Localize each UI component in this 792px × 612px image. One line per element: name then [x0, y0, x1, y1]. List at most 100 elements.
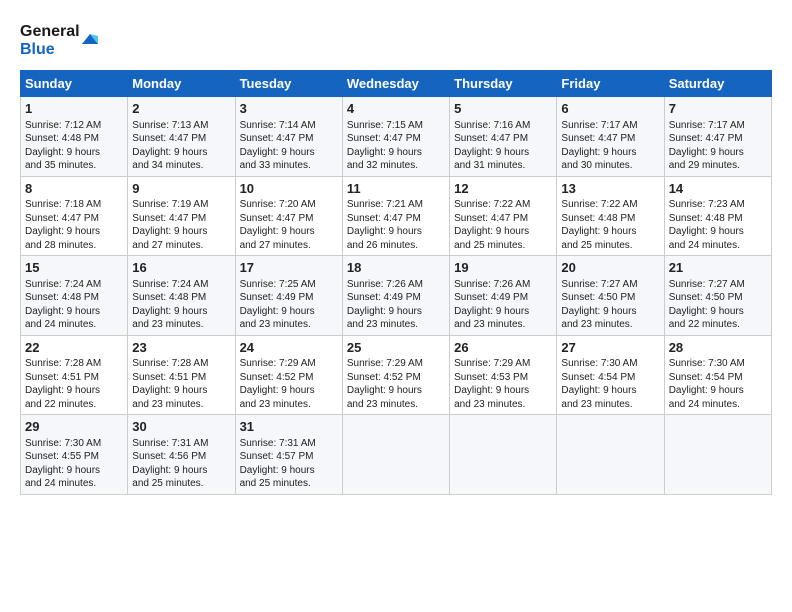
weekday-header-thursday: Thursday: [450, 71, 557, 97]
day-info-line: and 31 minutes.: [454, 159, 552, 173]
day-info-line: Sunset: 4:48 PM: [132, 291, 230, 305]
day-info-line: Sunset: 4:57 PM: [240, 450, 338, 464]
day-info-line: Daylight: 9 hours: [454, 384, 552, 398]
day-info-line: and 27 minutes.: [240, 239, 338, 253]
day-info-line: Daylight: 9 hours: [25, 464, 123, 478]
logo: General Blue: [20, 16, 100, 60]
day-info-line: Sunset: 4:47 PM: [132, 132, 230, 146]
day-info-line: Sunrise: 7:31 AM: [132, 437, 230, 451]
day-info-line: Daylight: 9 hours: [25, 225, 123, 239]
day-info-line: Daylight: 9 hours: [454, 225, 552, 239]
day-info-line: Sunrise: 7:28 AM: [132, 357, 230, 371]
svg-text:Blue: Blue: [20, 41, 55, 58]
day-info-line: Sunset: 4:51 PM: [132, 371, 230, 385]
day-info-line: and 23 minutes.: [454, 398, 552, 412]
day-info-line: Sunset: 4:48 PM: [25, 291, 123, 305]
calendar-cell: [450, 415, 557, 495]
day-info-line: Sunrise: 7:30 AM: [669, 357, 767, 371]
day-info-line: Sunrise: 7:26 AM: [347, 278, 445, 292]
day-info-line: Sunset: 4:49 PM: [240, 291, 338, 305]
day-info-line: and 23 minutes.: [132, 398, 230, 412]
calendar-cell: 6Sunrise: 7:17 AMSunset: 4:47 PMDaylight…: [557, 97, 664, 177]
day-number: 1: [25, 100, 123, 118]
day-info-line: Sunrise: 7:16 AM: [454, 119, 552, 133]
day-info-line: and 24 minutes.: [669, 398, 767, 412]
day-info-line: and 25 minutes.: [132, 477, 230, 491]
day-info-line: and 22 minutes.: [669, 318, 767, 332]
day-number: 31: [240, 418, 338, 436]
calendar-cell: [342, 415, 449, 495]
calendar-cell: 2Sunrise: 7:13 AMSunset: 4:47 PMDaylight…: [128, 97, 235, 177]
day-info-line: Sunset: 4:48 PM: [669, 212, 767, 226]
calendar-cell: 30Sunrise: 7:31 AMSunset: 4:56 PMDayligh…: [128, 415, 235, 495]
weekday-header-wednesday: Wednesday: [342, 71, 449, 97]
day-info-line: Sunrise: 7:13 AM: [132, 119, 230, 133]
day-info-line: and 23 minutes.: [132, 318, 230, 332]
calendar-cell: 7Sunrise: 7:17 AMSunset: 4:47 PMDaylight…: [664, 97, 771, 177]
day-info-line: and 27 minutes.: [132, 239, 230, 253]
day-info-line: Daylight: 9 hours: [25, 146, 123, 160]
day-info-line: and 28 minutes.: [25, 239, 123, 253]
day-info-line: Sunrise: 7:20 AM: [240, 198, 338, 212]
day-number: 2: [132, 100, 230, 118]
day-info-line: Daylight: 9 hours: [25, 305, 123, 319]
day-number: 6: [561, 100, 659, 118]
logo-svg: General Blue: [20, 16, 100, 60]
day-info-line: Daylight: 9 hours: [669, 305, 767, 319]
calendar-cell: 16Sunrise: 7:24 AMSunset: 4:48 PMDayligh…: [128, 256, 235, 336]
calendar-cell: 17Sunrise: 7:25 AMSunset: 4:49 PMDayligh…: [235, 256, 342, 336]
day-info-line: Daylight: 9 hours: [25, 384, 123, 398]
day-info-line: and 23 minutes.: [454, 318, 552, 332]
day-info-line: Sunrise: 7:17 AM: [561, 119, 659, 133]
svg-text:General: General: [20, 23, 80, 40]
day-info-line: Sunset: 4:47 PM: [240, 212, 338, 226]
day-info-line: Sunrise: 7:14 AM: [240, 119, 338, 133]
calendar-cell: 15Sunrise: 7:24 AMSunset: 4:48 PMDayligh…: [21, 256, 128, 336]
day-number: 17: [240, 259, 338, 277]
header: General Blue: [20, 16, 772, 60]
day-info-line: Sunset: 4:50 PM: [561, 291, 659, 305]
calendar-cell: 22Sunrise: 7:28 AMSunset: 4:51 PMDayligh…: [21, 335, 128, 415]
day-info-line: and 35 minutes.: [25, 159, 123, 173]
day-info-line: Sunrise: 7:24 AM: [25, 278, 123, 292]
day-info-line: Sunset: 4:47 PM: [561, 132, 659, 146]
day-number: 3: [240, 100, 338, 118]
calendar-cell: 1Sunrise: 7:12 AMSunset: 4:48 PMDaylight…: [21, 97, 128, 177]
day-number: 11: [347, 180, 445, 198]
day-info-line: Daylight: 9 hours: [561, 146, 659, 160]
calendar-cell: 3Sunrise: 7:14 AMSunset: 4:47 PMDaylight…: [235, 97, 342, 177]
day-info-line: Daylight: 9 hours: [347, 305, 445, 319]
day-info-line: Daylight: 9 hours: [240, 464, 338, 478]
calendar-cell: 8Sunrise: 7:18 AMSunset: 4:47 PMDaylight…: [21, 176, 128, 256]
day-info-line: Sunset: 4:51 PM: [25, 371, 123, 385]
day-info-line: Daylight: 9 hours: [132, 464, 230, 478]
day-info-line: Daylight: 9 hours: [347, 384, 445, 398]
day-info-line: Sunset: 4:47 PM: [25, 212, 123, 226]
day-number: 21: [669, 259, 767, 277]
day-number: 10: [240, 180, 338, 198]
weekday-header-tuesday: Tuesday: [235, 71, 342, 97]
day-info-line: Sunset: 4:49 PM: [347, 291, 445, 305]
day-info-line: and 24 minutes.: [25, 318, 123, 332]
day-number: 16: [132, 259, 230, 277]
calendar-table: SundayMondayTuesdayWednesdayThursdayFrid…: [20, 70, 772, 495]
day-info-line: Sunset: 4:47 PM: [454, 132, 552, 146]
weekday-header-saturday: Saturday: [664, 71, 771, 97]
day-number: 30: [132, 418, 230, 436]
day-number: 18: [347, 259, 445, 277]
calendar-cell: [664, 415, 771, 495]
day-info-line: Sunset: 4:54 PM: [669, 371, 767, 385]
day-info-line: Daylight: 9 hours: [240, 225, 338, 239]
day-info-line: Sunset: 4:56 PM: [132, 450, 230, 464]
day-number: 15: [25, 259, 123, 277]
day-number: 19: [454, 259, 552, 277]
weekday-header-friday: Friday: [557, 71, 664, 97]
day-info-line: Sunrise: 7:19 AM: [132, 198, 230, 212]
day-info-line: Sunrise: 7:22 AM: [454, 198, 552, 212]
day-info-line: Daylight: 9 hours: [669, 225, 767, 239]
day-info-line: Sunset: 4:47 PM: [132, 212, 230, 226]
day-info-line: and 23 minutes.: [347, 318, 445, 332]
day-info-line: Sunrise: 7:29 AM: [454, 357, 552, 371]
day-number: 14: [669, 180, 767, 198]
day-info-line: Sunset: 4:54 PM: [561, 371, 659, 385]
